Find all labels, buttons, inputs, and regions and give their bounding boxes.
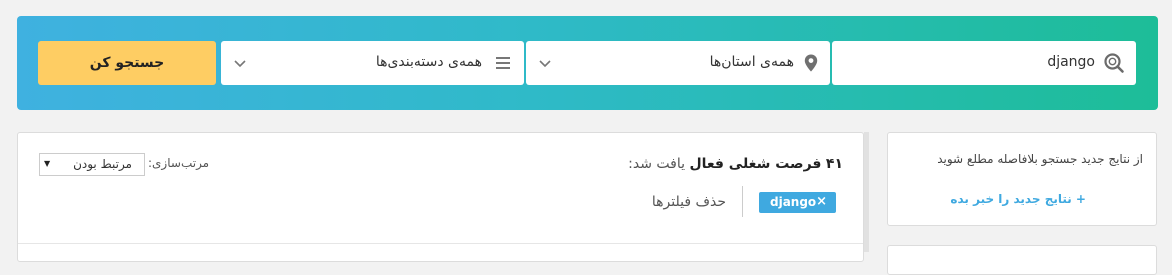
category-select[interactable]: همه‌ی دسته‌بندی‌ها — [221, 41, 524, 85]
keyword-input-value: django — [1047, 54, 1095, 70]
scrollbar-track[interactable] — [864, 132, 869, 252]
results-count-label: فرصت شغلی فعال — [689, 156, 822, 172]
clear-filters-link[interactable]: حذف فیلترها — [652, 194, 726, 210]
results-panel: ۴۱ فرصت شغلی فعال یافت شد: حذف فیلترها d… — [17, 132, 864, 262]
results-count: ۴۱ — [825, 156, 843, 172]
notify-text: از نتایج جدید جستجو بلافاصله مطلع شوید — [937, 152, 1143, 166]
sort-label: مرتب‌سازی: — [148, 156, 210, 170]
notify-panel: از نتایج جدید جستجو بلافاصله مطلع شوید +… — [887, 132, 1157, 226]
province-select[interactable]: همه‌ی استان‌ها — [526, 41, 830, 85]
remove-filter-icon[interactable]: × — [816, 194, 827, 209]
chevron-down-icon — [539, 60, 551, 68]
filter-tag-label: django — [770, 195, 817, 209]
keyword-field[interactable]: django — [832, 41, 1136, 85]
sort-select[interactable]: مرتبط بودن ▼ — [39, 153, 145, 176]
search-icon — [1104, 53, 1124, 73]
province-select-value: همه‌ی استان‌ها — [709, 54, 794, 70]
location-pin-icon — [804, 54, 818, 72]
results-divider — [18, 243, 863, 244]
results-found-suffix: یافت شد: — [628, 156, 685, 172]
chevron-down-icon — [234, 60, 246, 68]
filter-tag: django × — [759, 192, 836, 213]
sidebar-panel-secondary — [887, 245, 1157, 275]
results-summary: ۴۱ فرصت شغلی فعال یافت شد: — [628, 156, 843, 172]
category-select-value: همه‌ی دسته‌بندی‌ها — [375, 54, 482, 70]
sort-select-value: مرتبط بودن — [73, 157, 132, 171]
search-band: django همه‌ی استان‌ها همه‌ی دسته‌بندی‌ها… — [17, 16, 1158, 110]
notify-link[interactable]: + نتایج جدید را خبر بده — [950, 192, 1086, 206]
search-button[interactable]: جستجو کن — [38, 41, 216, 85]
menu-lines-icon — [496, 57, 510, 69]
filter-divider — [742, 186, 743, 217]
sort-arrow-icon: ▼ — [44, 159, 51, 168]
